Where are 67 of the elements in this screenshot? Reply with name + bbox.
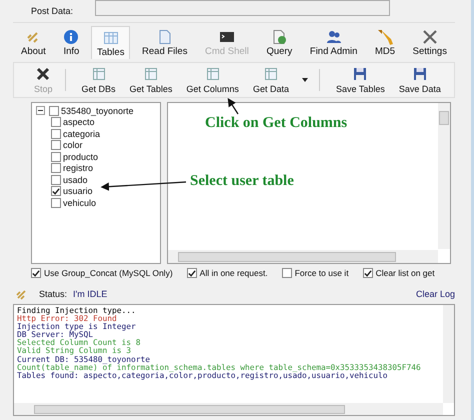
tree-item[interactable]: usuario [63,186,93,196]
tab[interactable]: About [15,26,52,59]
table-icon [264,66,278,80]
post-data-field[interactable] [95,0,390,16]
checkbox[interactable] [51,152,61,162]
tab[interactable]: Read Files [136,26,194,59]
checkbox[interactable] [51,117,61,128]
tree-item[interactable]: aspecto [63,117,95,128]
table-icon [206,66,220,80]
toolbar-button[interactable]: Get Tables [124,64,178,96]
tree-item[interactable]: categoria [63,128,100,139]
tree-item[interactable]: producto [63,152,98,162]
tab[interactable]: Query [260,26,298,59]
tree-item[interactable]: registro [63,163,94,174]
checkbox[interactable] [51,174,61,185]
vertical-scrollbar[interactable] [443,305,454,403]
arrow [228,98,238,114]
clear-log-link[interactable]: Clear Log [416,289,455,299]
checkbox[interactable] [51,140,61,150]
settings-icon [422,29,438,45]
post-data-label: Post Data: [31,6,74,16]
toolbar-button[interactable]: Get DBs [76,64,122,96]
toolbar-button[interactable]: Save Tables [330,64,391,96]
check-icon [364,268,372,278]
checkbox[interactable] [51,128,61,139]
check-icon [32,268,40,278]
toolbar-button[interactable]: Save Data [392,64,447,96]
tab[interactable]: Settings [406,26,453,59]
tab[interactable]: MD5 [369,26,402,59]
checkbox[interactable] [51,198,61,208]
check-icon [188,268,196,278]
table-icon [102,30,119,46]
option-checkbox[interactable]: Clear list on get [362,268,435,278]
info-icon [63,29,80,45]
dropdown-caret-icon[interactable] [300,77,309,83]
close-icon [36,66,50,80]
people-icon [326,29,342,45]
toolbar-button[interactable]: Get Columns [180,64,245,96]
option-checkbox[interactable]: Force to use it [282,268,349,278]
annotation-text: Click on Get Columns [205,115,348,132]
vertical-scrollbar[interactable] [438,103,450,249]
checkbox[interactable] [49,106,59,116]
checkbox[interactable] [51,163,61,174]
horizontal-scrollbar[interactable] [168,250,438,263]
tab[interactable]: Info [57,26,86,59]
table-icon [92,66,106,80]
check-icon [52,186,60,196]
status-label: Status: [39,289,68,299]
document-icon [156,29,173,45]
terminal-icon [218,29,235,45]
tab[interactable]: Find Admin [304,26,364,59]
tab[interactable]: Tables [90,26,130,59]
collapse-icon[interactable] [36,106,45,116]
toolbar-button[interactable]: Get Data [246,64,295,96]
brush-icon [377,29,394,45]
option-checkbox[interactable]: Use Group_Concat (MySQL Only) [31,268,173,278]
annotation-text: Select user table [190,173,294,190]
horizontal-scrollbar[interactable] [14,403,443,415]
tree-item[interactable]: color [63,140,83,150]
tree-item[interactable]: vehiculo [63,198,96,208]
option-checkbox[interactable]: All in one request. [186,268,268,278]
tree-item[interactable]: usado [63,174,88,185]
query-icon [271,29,288,45]
tree-item[interactable]: 535480_toyonorte [61,106,134,116]
table-icon [144,66,158,80]
status-value: I'm IDLE [73,289,108,299]
checkbox[interactable] [51,186,61,196]
